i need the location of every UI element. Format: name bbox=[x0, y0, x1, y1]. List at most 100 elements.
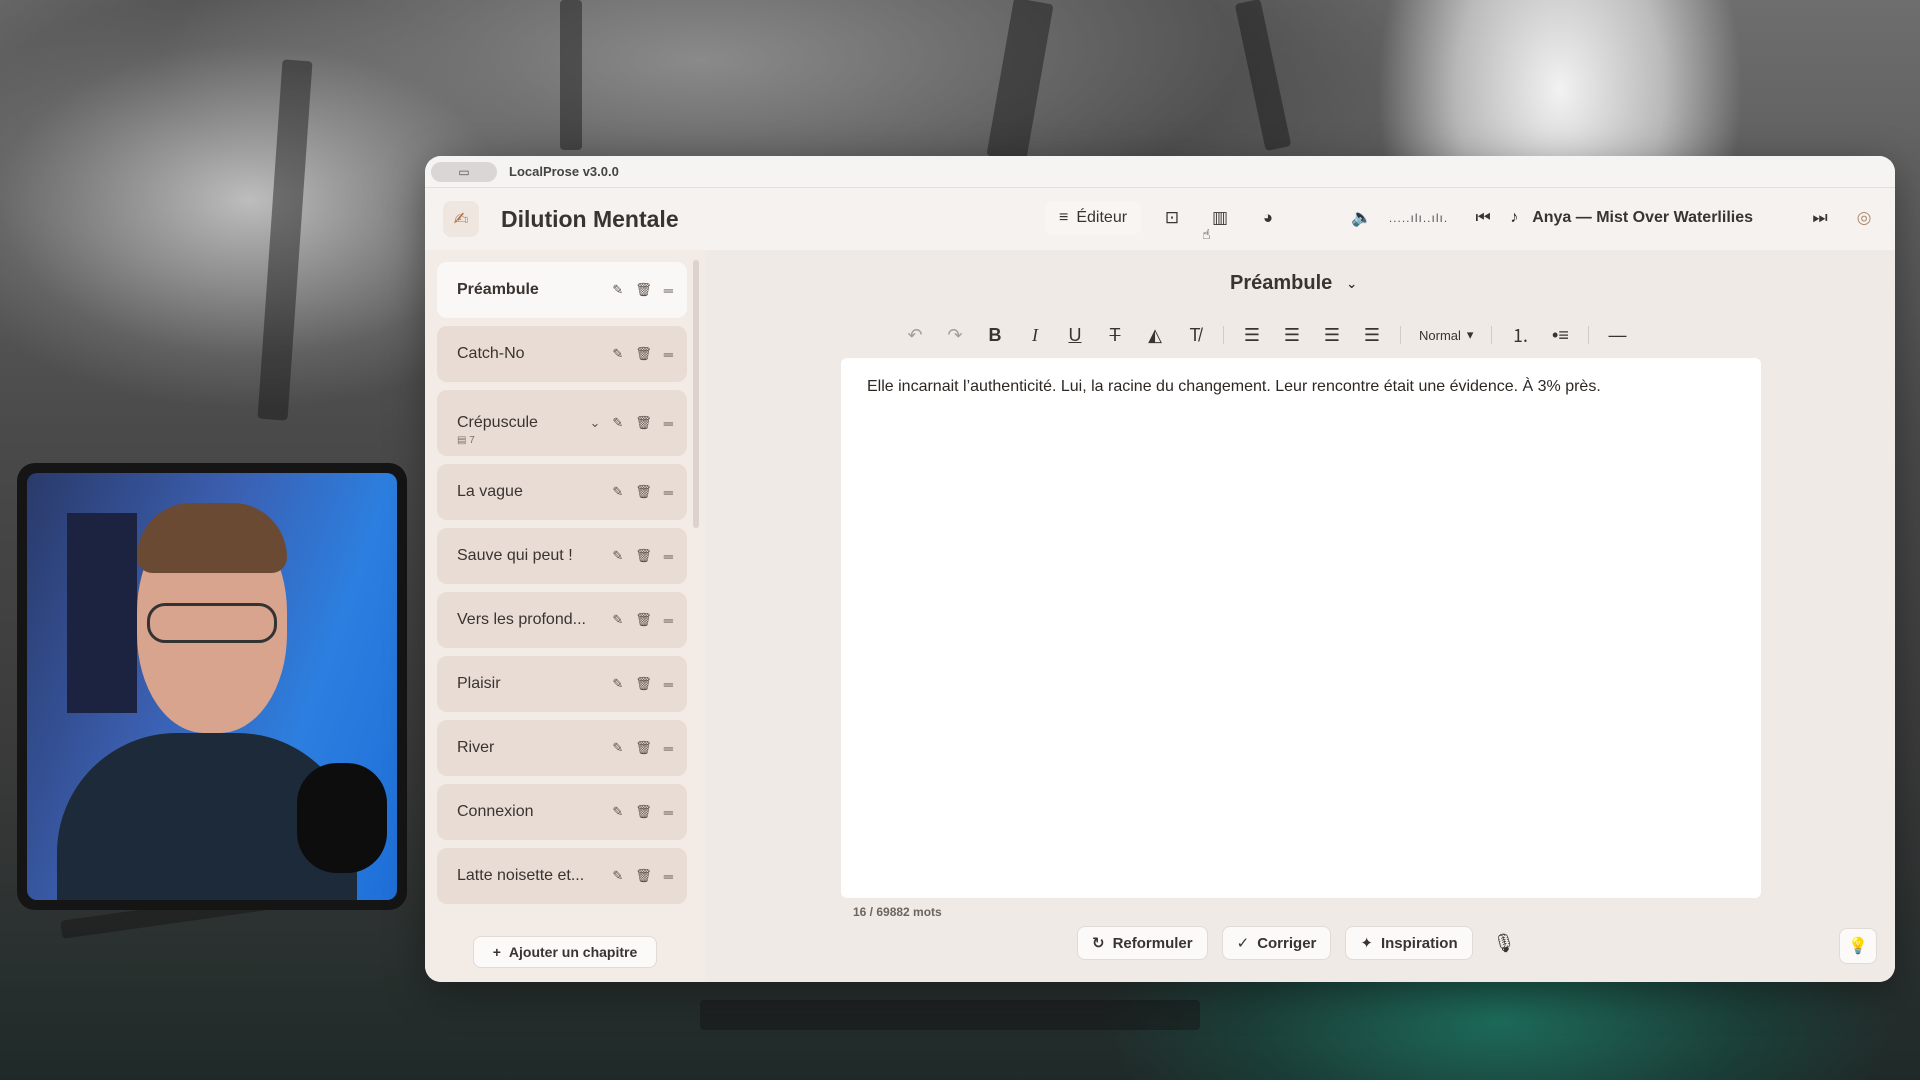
add-chapter-label: Ajouter un chapitre bbox=[508, 944, 638, 960]
correct-button[interactable]: ✓ Corriger bbox=[1221, 926, 1332, 960]
paragraph-style-select[interactable]: Normal ▾ bbox=[1409, 327, 1483, 343]
chapter-label: Latte noisette et... bbox=[457, 867, 585, 884]
redo-icon[interactable]: ↷ bbox=[935, 320, 975, 350]
drag-handle-icon[interactable]: ═ bbox=[664, 549, 673, 564]
pencil-icon[interactable]: ✎ bbox=[612, 484, 623, 500]
pencil-icon[interactable]: ✎ bbox=[612, 346, 623, 362]
text-editor[interactable]: Elle incarnait l’authenticité. Lui, la r… bbox=[841, 358, 1761, 898]
underline-icon[interactable]: U bbox=[1055, 320, 1095, 350]
previous-track-icon[interactable]: ⏮ bbox=[1466, 201, 1500, 235]
drag-handle-icon[interactable]: ═ bbox=[664, 283, 673, 298]
trash-icon[interactable]: 🗑 bbox=[635, 804, 652, 820]
spellcheck-icon: ✓ bbox=[1236, 935, 1250, 952]
drag-handle-icon[interactable]: ═ bbox=[664, 416, 673, 431]
trash-icon[interactable]: 🗑 bbox=[635, 415, 652, 431]
align-left-icon[interactable]: ☰ bbox=[1232, 320, 1272, 350]
clear-format-icon[interactable]: T̸ bbox=[1175, 320, 1215, 350]
chapter-item[interactable]: La vague ✎ 🗑 ═ bbox=[437, 464, 687, 520]
pencil-icon[interactable]: ✎ bbox=[612, 868, 623, 884]
chapter-actions: ✎ 🗑 ═ bbox=[612, 740, 673, 756]
chapter-label: River bbox=[457, 739, 495, 756]
track-title: Anya — Mist Over Waterlilies bbox=[1532, 209, 1753, 226]
drag-handle-icon[interactable]: ═ bbox=[664, 805, 673, 820]
pencil-icon[interactable]: ✎ bbox=[612, 282, 623, 298]
chapter-item[interactable]: Vers les profond... ✎ 🗑 ═ bbox=[437, 592, 687, 648]
drag-handle-icon[interactable]: ═ bbox=[664, 485, 673, 500]
chapter-item[interactable]: Plaisir ✎ 🗑 ═ bbox=[437, 656, 687, 712]
volume-icon[interactable]: 🔈 bbox=[1345, 201, 1379, 235]
rephrase-label: Reformuler bbox=[1112, 934, 1193, 952]
italic-icon[interactable]: I bbox=[1015, 320, 1055, 350]
add-chapter-button[interactable]: + Ajouter un chapitre bbox=[473, 936, 657, 968]
bold-icon[interactable]: B bbox=[975, 320, 1015, 350]
chapter-item[interactable]: Crépuscule ▤ 7 ⌄ ✎ 🗑 ═ bbox=[437, 390, 687, 456]
audio-waveform-icon: .....ılı..ılı. bbox=[1388, 211, 1449, 225]
view-switcher: ≡ Éditeur ⊡ ▥ ◕ bbox=[1045, 201, 1285, 235]
trash-icon[interactable]: 🗑 bbox=[635, 484, 652, 500]
strikethrough-icon[interactable]: T bbox=[1095, 320, 1135, 350]
paragraph-style-value: Normal bbox=[1419, 327, 1461, 343]
drag-handle-icon[interactable]: ═ bbox=[664, 347, 673, 362]
chapter-actions: ✎ 🗑 ═ bbox=[612, 676, 673, 692]
chapter-actions: ✎ 🗑 ═ bbox=[612, 612, 673, 628]
sidebar-toggle-icon[interactable]: ▭ bbox=[431, 161, 497, 182]
trash-icon[interactable]: 🗑 bbox=[635, 740, 652, 756]
pencil-icon[interactable]: ✎ bbox=[612, 676, 623, 692]
ai-actions: ↻ Reformuler ✓ Corriger ✦ Inspiration 🎙 bbox=[1077, 926, 1515, 960]
ordered-list-icon[interactable]: ⒈ bbox=[1500, 320, 1540, 350]
sidebar-scrollbar[interactable] bbox=[693, 260, 699, 528]
caret-down-icon: ▾ bbox=[1466, 327, 1474, 342]
chapter-label: La vague bbox=[457, 483, 523, 500]
drag-handle-icon[interactable]: ═ bbox=[664, 741, 673, 756]
chevron-down-icon[interactable]: ⌄ bbox=[589, 415, 600, 431]
pencil-icon[interactable]: ✎ bbox=[612, 415, 623, 431]
chapter-label: Plaisir bbox=[457, 675, 501, 692]
trash-icon[interactable]: 🗑 bbox=[635, 612, 652, 628]
app-header: ✍ Dilution Mentale ≡ Éditeur ⊡ ▥ ◕ 🔈 ...… bbox=[425, 188, 1895, 250]
app-logo-icon: ✍ bbox=[443, 201, 479, 237]
trash-icon[interactable]: 🗑 bbox=[635, 676, 652, 692]
microphone-icon[interactable]: 🎙 bbox=[1493, 933, 1516, 954]
magic-wand-icon: ✦ bbox=[1360, 935, 1373, 952]
next-track-icon[interactable]: ⏭ bbox=[1803, 201, 1837, 235]
chapter-sidebar: Préambule ✎ 🗑 ═ Catch-No ✎ 🗑 ═ Crépuscule ▤ 7 ⌄ ✎ 🗑 ═… bbox=[425, 250, 705, 982]
trash-icon[interactable]: 🗑 bbox=[635, 548, 652, 564]
drag-handle-icon[interactable]: ═ bbox=[664, 677, 673, 692]
chapter-item[interactable]: Préambule ✎ 🗑 ═ bbox=[437, 262, 687, 318]
align-right-icon[interactable]: ☰ bbox=[1312, 320, 1352, 350]
mouse-pointer-icon: ☝ bbox=[1202, 226, 1211, 242]
lightbulb-icon[interactable]: 💡 bbox=[1839, 928, 1877, 964]
pencil-icon[interactable]: ✎ bbox=[612, 740, 623, 756]
chapter-title-dropdown[interactable]: Préambule ⌄ bbox=[1230, 272, 1357, 295]
focus-mode-icon[interactable]: ⊡ bbox=[1155, 201, 1189, 235]
pencil-icon[interactable]: ✎ bbox=[612, 804, 623, 820]
trash-icon[interactable]: 🗑 bbox=[635, 282, 652, 298]
inspiration-button[interactable]: ✦ Inspiration bbox=[1345, 926, 1473, 960]
drag-handle-icon[interactable]: ═ bbox=[664, 613, 673, 628]
chapter-item[interactable]: Connexion ✎ 🗑 ═ bbox=[437, 784, 687, 840]
stats-pie-icon[interactable]: ◕ bbox=[1251, 201, 1285, 235]
chapter-item[interactable]: Sauve qui peut ! ✎ 🗑 ═ bbox=[437, 528, 687, 584]
horizontal-rule-icon[interactable]: — bbox=[1597, 320, 1637, 350]
drag-handle-icon[interactable]: ═ bbox=[664, 869, 673, 884]
rephrase-button[interactable]: ↻ Reformuler bbox=[1077, 926, 1208, 960]
bullet-list-icon[interactable]: •≡ bbox=[1540, 320, 1580, 350]
trash-icon[interactable]: 🗑 bbox=[635, 346, 652, 362]
award-icon[interactable]: ◎ bbox=[1847, 201, 1881, 235]
chapter-label: Préambule bbox=[457, 281, 539, 298]
plus-icon: + bbox=[492, 944, 501, 960]
align-justify-icon[interactable]: ☰ bbox=[1352, 320, 1392, 350]
document-title: Dilution Mentale bbox=[501, 205, 679, 232]
undo-icon[interactable]: ↶ bbox=[895, 320, 935, 350]
align-center-icon[interactable]: ☰ bbox=[1272, 320, 1312, 350]
word-count: 16 / 69882 mots bbox=[853, 905, 942, 919]
chapter-item[interactable]: Catch-No ✎ 🗑 ═ bbox=[437, 326, 687, 382]
toolbar-divider bbox=[1223, 326, 1224, 344]
chapter-item[interactable]: River ✎ 🗑 ═ bbox=[437, 720, 687, 776]
highlight-color-icon[interactable]: ◭ bbox=[1135, 320, 1175, 350]
chapter-item[interactable]: Latte noisette et... ✎ 🗑 ═ bbox=[437, 848, 687, 904]
pencil-icon[interactable]: ✎ bbox=[612, 612, 623, 628]
pencil-icon[interactable]: ✎ bbox=[612, 548, 623, 564]
trash-icon[interactable]: 🗑 bbox=[635, 868, 652, 884]
editor-mode-button[interactable]: ≡ Éditeur bbox=[1045, 201, 1142, 235]
